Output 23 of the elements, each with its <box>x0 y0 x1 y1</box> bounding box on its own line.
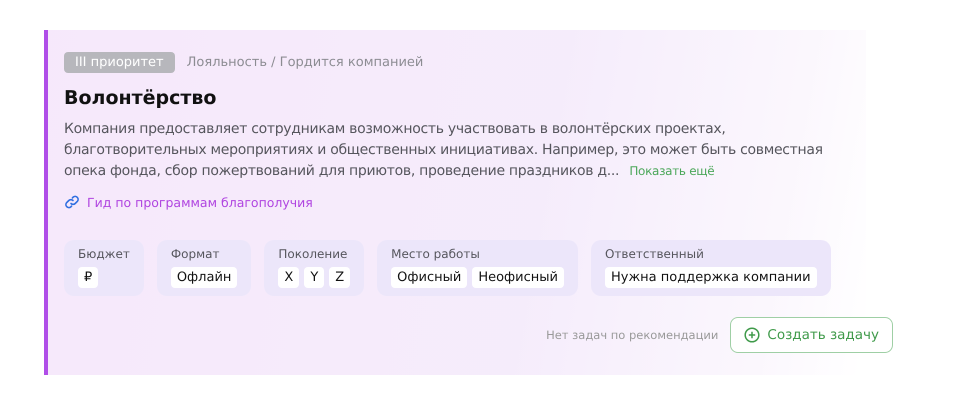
show-more-link[interactable]: Показать ещё <box>629 164 714 178</box>
attribute-label: Место работы <box>391 247 481 261</box>
card-title: Волонтёрство <box>64 87 218 109</box>
create-task-button[interactable]: Создать задачу <box>730 317 893 353</box>
attribute-tag: X <box>278 267 300 288</box>
attribute-label: Поколение <box>278 247 348 261</box>
description-text: Компания предоставляет сотрудникам возможность участвовать в волонтёрских проектах, благотворительных мероприятиях и общественных инициативах. Например, это может быть совместная опека фонда, сбор пожертвований для приютов, проведение праздников д... Показать ещё <box>64 120 824 181</box>
attribute-label: Бюджет <box>78 247 130 261</box>
attribute-tag: Z <box>329 267 350 288</box>
plus-circle-icon <box>744 327 760 343</box>
priority-badge: III приоритет <box>64 52 175 73</box>
guide-link[interactable]: Гид по программам благополучия <box>64 194 313 210</box>
attribute-tag: Неофисный <box>472 267 564 288</box>
link-icon <box>64 194 80 210</box>
attribute-tag: ₽ <box>78 267 98 288</box>
attribute-label: Формат <box>170 247 221 261</box>
category-breadcrumb: Лояльность / Гордится компанией <box>186 55 424 70</box>
no-tasks-text: Нет задач по рекомендации <box>546 328 718 342</box>
attribute-tag: Нужна поддержка компании <box>604 267 817 288</box>
attribute-tag: Офисный <box>391 267 468 288</box>
attribute-tag: Y <box>304 267 324 288</box>
attribute-tag: Офлайн <box>170 267 238 288</box>
attribute-label: Ответственный <box>604 247 705 261</box>
